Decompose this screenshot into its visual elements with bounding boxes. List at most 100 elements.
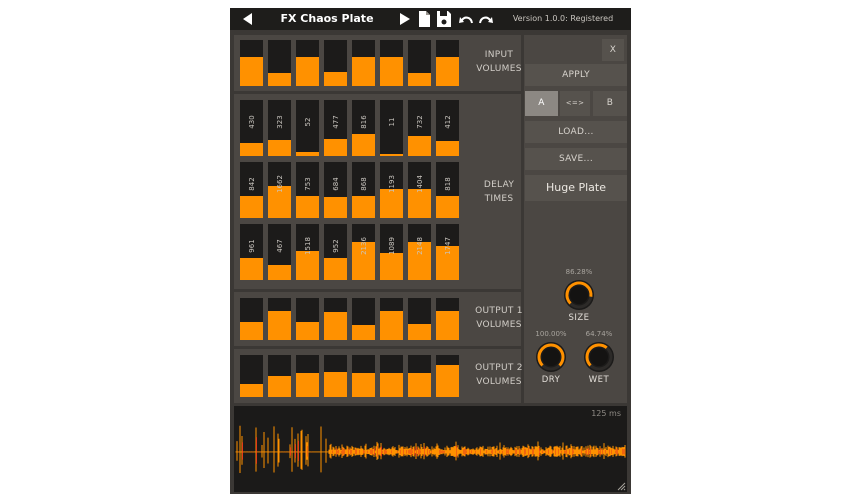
new-file-icon — [419, 11, 430, 27]
delay-row3-fader-value-text: 1089 — [387, 237, 396, 255]
delay-row2-fader-2[interactable]: 1662 — [268, 162, 291, 218]
input-fader-fill — [352, 57, 375, 86]
output1-fader-fill — [268, 311, 291, 340]
ab-swap-button[interactable]: <=> — [560, 91, 590, 116]
delay-row3-fader-5[interactable]: 2136 — [352, 224, 375, 280]
delay-row3-fader-1[interactable]: 961 — [240, 224, 263, 280]
apply-button[interactable]: APPLY — [525, 64, 627, 86]
delay-row2-fader-value: 842 — [240, 164, 263, 204]
output2-fader-fill — [380, 373, 403, 397]
knob-arc — [537, 343, 565, 371]
delay-row1-fader-fill — [268, 140, 291, 156]
output2-fader-7[interactable] — [408, 355, 431, 397]
output1-fader-7[interactable] — [408, 298, 431, 340]
input-fader-5[interactable] — [352, 40, 375, 86]
delay-row1-fader-value: 11 — [380, 102, 403, 142]
input-fader-8[interactable] — [436, 40, 459, 86]
input-fader-2[interactable] — [268, 40, 291, 86]
delay-row1-fader-1[interactable]: 430 — [240, 100, 263, 156]
input-fader-3[interactable] — [296, 40, 319, 86]
delay-row1-fader-5[interactable]: 816 — [352, 100, 375, 156]
input-volumes-label-line1: INPUT — [484, 50, 514, 60]
ab-b-button[interactable]: B — [593, 91, 627, 116]
resize-grip-icon[interactable] — [616, 481, 626, 491]
input-volumes-label-line2: VOLUMES — [476, 64, 522, 74]
delay-row1-fader-fill — [380, 154, 403, 156]
dry-knob[interactable] — [536, 342, 566, 372]
delay-row2-fader-7[interactable]: 1404 — [408, 162, 431, 218]
delay-row1-fader-3[interactable]: 52 — [296, 100, 319, 156]
delay-row2-fader-1[interactable]: 842 — [240, 162, 263, 218]
input-fader-7[interactable] — [408, 40, 431, 86]
output1-fader-fill — [352, 325, 375, 340]
wet-knob-label: WET — [588, 375, 610, 385]
undo-icon — [459, 16, 473, 24]
delay-row3-fader-4[interactable]: 952 — [324, 224, 347, 280]
delay-row1-fader-7[interactable]: 732 — [408, 100, 431, 156]
dry-knob-label: DRY — [541, 375, 561, 385]
output2-fader-fill — [408, 373, 431, 397]
undo-button[interactable] — [458, 8, 476, 30]
delay-row3-fader-value: 467 — [268, 226, 291, 266]
output2-fader-fill — [324, 372, 347, 397]
output2-fader-4[interactable] — [324, 355, 347, 397]
ab-a-button[interactable]: A — [525, 91, 558, 116]
input-fader-fill — [240, 57, 263, 86]
input-fader-4[interactable] — [324, 40, 347, 86]
output2-fader-5[interactable] — [352, 355, 375, 397]
output1-fader-2[interactable] — [268, 298, 291, 340]
input-fader-1[interactable] — [240, 40, 263, 86]
input-fader-fill — [380, 57, 403, 86]
delay-row1-fader-value-text: 816 — [359, 115, 368, 129]
delay-row2-fader-value-text: 868 — [359, 177, 368, 191]
size-knob[interactable] — [564, 280, 594, 310]
save-disk-icon — [437, 11, 451, 27]
delay-row3-fader-3[interactable]: 1518 — [296, 224, 319, 280]
output1-fader-4[interactable] — [324, 298, 347, 340]
input-fader-6[interactable] — [380, 40, 403, 86]
size-knob-value: 86.28% — [565, 268, 593, 276]
prev-preset-button[interactable] — [238, 8, 258, 30]
delay-row1-fader-2[interactable]: 323 — [268, 100, 291, 156]
delay-row3-fader-6[interactable]: 1089 — [380, 224, 403, 280]
delay-row3-fader-7[interactable]: 2148 — [408, 224, 431, 280]
delay-row3-fader-value-text: 961 — [247, 239, 256, 253]
delay-row3-fader-value-text: 467 — [275, 239, 284, 253]
save-preset-button[interactable] — [435, 8, 453, 30]
delay-row3-fader-value-text: 2136 — [359, 237, 368, 255]
load-button[interactable]: LOAD... — [525, 121, 627, 143]
new-preset-button[interactable] — [416, 8, 432, 30]
output2-fader-6[interactable] — [380, 355, 403, 397]
delay-row1-fader-8[interactable]: 412 — [436, 100, 459, 156]
delay-row2-fader-8[interactable]: 818 — [436, 162, 459, 218]
size-knob-label: SIZE — [568, 313, 590, 323]
delay-row2-fader-3[interactable]: 753 — [296, 162, 319, 218]
delay-row2-fader-4[interactable]: 684 — [324, 162, 347, 218]
delay-row3-fader-value: 1089 — [380, 226, 403, 266]
output2-fader-1[interactable] — [240, 355, 263, 397]
delay-row1-fader-fill — [296, 152, 319, 156]
next-preset-button[interactable] — [396, 8, 414, 30]
delay-row1-fader-4[interactable]: 477 — [324, 100, 347, 156]
delay-row1-fader-6[interactable]: 11 — [380, 100, 403, 156]
wet-knob[interactable] — [584, 342, 614, 372]
delay-row2-fader-5[interactable]: 868 — [352, 162, 375, 218]
output1-volumes-panel: OUTPUT 1 VOLUMES — [234, 292, 523, 346]
delay-row2-fader-value: 868 — [352, 164, 375, 204]
close-button[interactable]: X — [602, 39, 624, 61]
output1-fader-1[interactable] — [240, 298, 263, 340]
redo-button[interactable] — [476, 8, 494, 30]
delay-row3-fader-8[interactable]: 1747 — [436, 224, 459, 280]
delay-row3-fader-value: 1518 — [296, 226, 319, 266]
save-button[interactable]: SAVE... — [525, 148, 627, 170]
output1-fader-5[interactable] — [352, 298, 375, 340]
output2-fader-2[interactable] — [268, 355, 291, 397]
delay-row3-fader-2[interactable]: 467 — [268, 224, 291, 280]
output1-fader-6[interactable] — [380, 298, 403, 340]
output2-fader-fill — [268, 376, 291, 397]
output2-fader-8[interactable] — [436, 355, 459, 397]
output1-fader-8[interactable] — [436, 298, 459, 340]
delay-row2-fader-6[interactable]: 1193 — [380, 162, 403, 218]
output2-fader-3[interactable] — [296, 355, 319, 397]
output1-fader-3[interactable] — [296, 298, 319, 340]
